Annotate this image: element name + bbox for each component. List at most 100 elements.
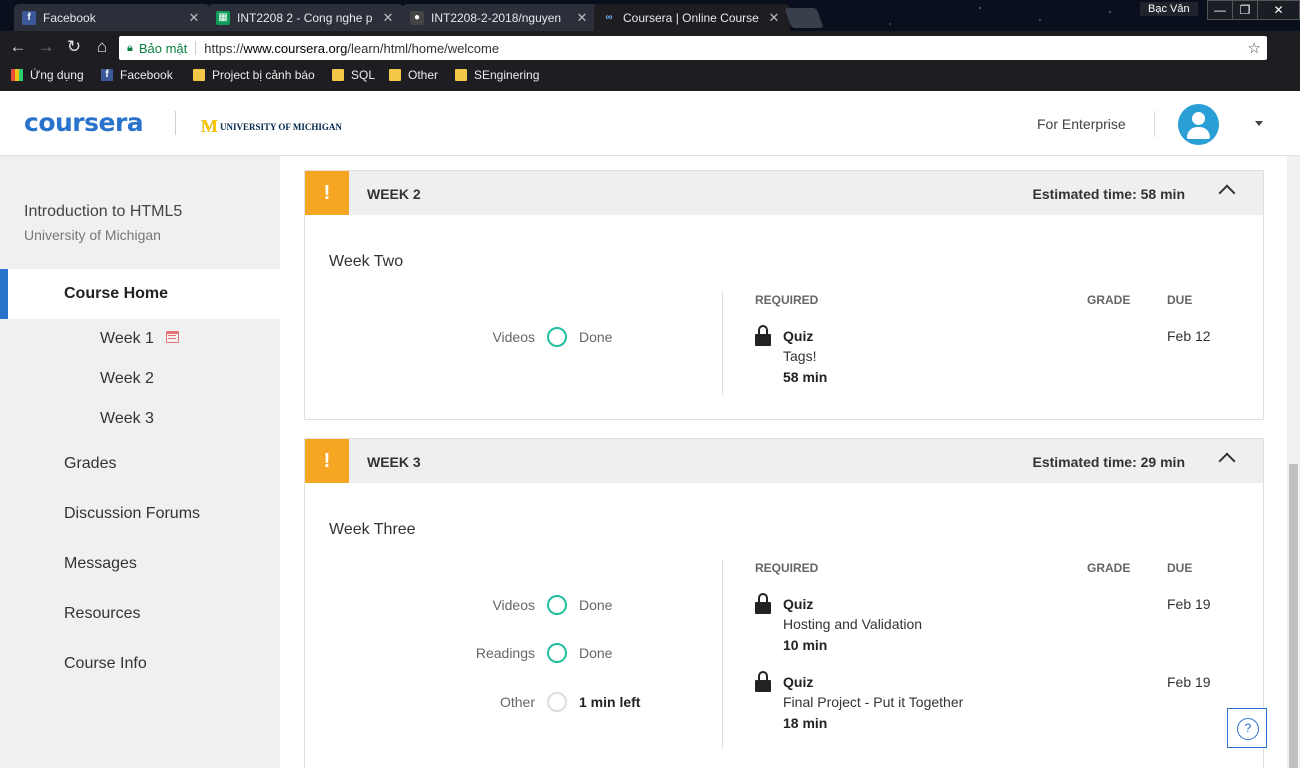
reload-icon[interactable]: ↻ [62,35,86,59]
tab-sheets[interactable]: ▦ INT2208 2 - Cong nghe p ✕ [208,4,404,31]
coursera-logo[interactable]: coursera [24,108,144,137]
active-indicator [0,269,8,319]
divider [175,111,176,135]
sidebar-item-messages[interactable]: Messages [64,555,137,573]
bookmark-apps[interactable]: Ứng dụng [11,68,84,82]
url-path: /learn/html/home/welcome [347,40,500,56]
facebook-icon: f [101,69,113,81]
tab-coursera[interactable]: ∞ Coursera | Online Course ✕ [594,4,790,31]
item-type: Quiz [783,596,814,612]
course-university: University of Michigan [24,227,161,243]
sidebar-item-week-1[interactable]: Week 1 [100,330,154,348]
tab-facebook[interactable]: f Facebook ✕ [14,4,210,31]
week-title: Week Three [329,521,416,538]
address-bar[interactable]: 🔒︎ Bảo mật https://www.coursera.org/lear… [119,36,1267,60]
item-name: Tags! [783,348,817,364]
scrollbar-thumb[interactable] [1289,464,1298,768]
progress-status: 1 min left [579,694,641,710]
help-icon: ? [1237,718,1259,740]
bookmark-senginering[interactable]: SEnginering [455,68,539,82]
url-host: www.coursera.org [243,40,348,56]
scrollbar[interactable] [1287,156,1300,768]
week-header[interactable]: ! WEEK 3 Estimated time: 29 min [305,439,1263,483]
week-label: WEEK 3 [367,454,421,470]
close-window-icon[interactable]: ✕ [1257,0,1300,20]
lock-icon: 🔒︎ [127,41,133,54]
partner-logo[interactable]: M UNIVERSITY OF MICHIGAN [201,116,342,137]
folder-icon [455,69,467,81]
browser-user[interactable]: Bạc Vân [1140,2,1198,16]
bookmark-facebook[interactable]: f Facebook [101,68,173,82]
back-icon[interactable]: ← [6,35,30,59]
new-tab-button[interactable] [784,8,824,28]
umich-m-icon: M [201,116,218,136]
progress-row: Readings Done [335,643,612,663]
bookmark-other[interactable]: Other [389,68,438,82]
due-date: Feb 19 [1167,596,1211,612]
home-icon[interactable]: ⌂ [90,35,114,59]
bookmark-label: Facebook [120,68,173,82]
done-circle-icon [547,327,567,347]
browser-titlebar: f Facebook ✕ ▦ INT2208 2 - Cong nghe p ✕… [0,0,1300,31]
column-header-required: REQUIRED [755,561,819,575]
bookmark-star-icon[interactable]: ☆ [1248,39,1261,57]
sidebar-item-course-home[interactable]: Course Home [0,269,280,319]
folder-icon [193,69,205,81]
lock-icon [755,671,771,692]
chevron-down-icon[interactable] [1255,121,1263,126]
progress-label: Readings [475,645,535,661]
divider [195,41,197,55]
chevron-up-icon[interactable] [1218,452,1236,470]
avatar[interactable] [1178,104,1219,145]
for-enterprise-link[interactable]: For Enterprise [1037,116,1126,132]
lock-icon [755,593,771,614]
tab-label: INT2208 2 - Cong nghe p [237,10,373,25]
site-header: coursera M UNIVERSITY OF MICHIGAN For En… [0,91,1300,156]
close-icon[interactable]: ✕ [186,10,202,26]
maximize-icon[interactable]: ❐ [1232,0,1258,20]
bookmark-project[interactable]: Project bị cảnh báo [193,68,315,82]
bookmarks-bar: Ứng dụng f Facebook Project bị cảnh báo … [0,63,1300,91]
chevron-up-icon[interactable] [1218,184,1236,202]
bookmark-sql[interactable]: SQL [332,68,375,82]
sidebar-item-resources[interactable]: Resources [64,605,140,623]
url-text[interactable]: https://www.coursera.org/learn/html/home… [204,41,499,56]
tab-label: Facebook [43,10,96,25]
sidebar-item-course-info[interactable]: Course Info [64,655,147,673]
item-name: Hosting and Validation [783,616,923,632]
tab-label: Coursera | Online Course [623,10,759,25]
due-date: Feb 12 [1167,328,1211,344]
week-card-2: ! WEEK 2 Estimated time: 58 min Week Two… [304,170,1264,420]
secure-label: Bảo mật [138,40,188,56]
close-icon[interactable]: ✕ [766,10,782,26]
empty-circle-icon [547,692,567,712]
coursera-icon: ∞ [605,12,613,23]
tab-github[interactable]: ● INT2208-2-2018/nguyen ✕ [402,4,598,31]
week-header[interactable]: ! WEEK 2 Estimated time: 58 min [305,171,1263,215]
main-content: ! WEEK 2 Estimated time: 58 min Week Two… [280,156,1287,768]
column-header-grade: GRADE [1087,293,1131,307]
progress-row: Other 1 min left [335,692,640,712]
progress-status: Done [579,645,613,661]
sidebar-item-discussion-forums[interactable]: Discussion Forums [64,505,200,523]
column-header-due: DUE [1167,561,1193,575]
url-scheme: https:// [204,40,244,56]
calendar-icon [166,331,179,343]
due-date: Feb 19 [1167,674,1211,690]
warning-icon: ! [305,171,349,215]
sidebar-item-week-3[interactable]: Week 3 [100,410,154,428]
progress-row: Videos Done [335,327,612,347]
close-icon[interactable]: ✕ [574,10,590,26]
sidebar-item-grades[interactable]: Grades [64,455,116,473]
minimize-icon[interactable]: — [1207,0,1233,20]
item-time: 10 min [783,637,828,653]
close-icon[interactable]: ✕ [380,10,396,26]
bookmark-label: Project bị cảnh báo [212,68,315,82]
help-button[interactable]: ? [1227,708,1267,748]
item-type: Quiz [783,328,814,344]
forward-icon[interactable]: → [34,35,58,59]
apps-grid-icon [11,69,23,81]
bookmark-label: Ứng dụng [30,68,84,82]
course-title[interactable]: Introduction to HTML5 [24,203,182,221]
sidebar-item-week-2[interactable]: Week 2 [100,370,154,388]
